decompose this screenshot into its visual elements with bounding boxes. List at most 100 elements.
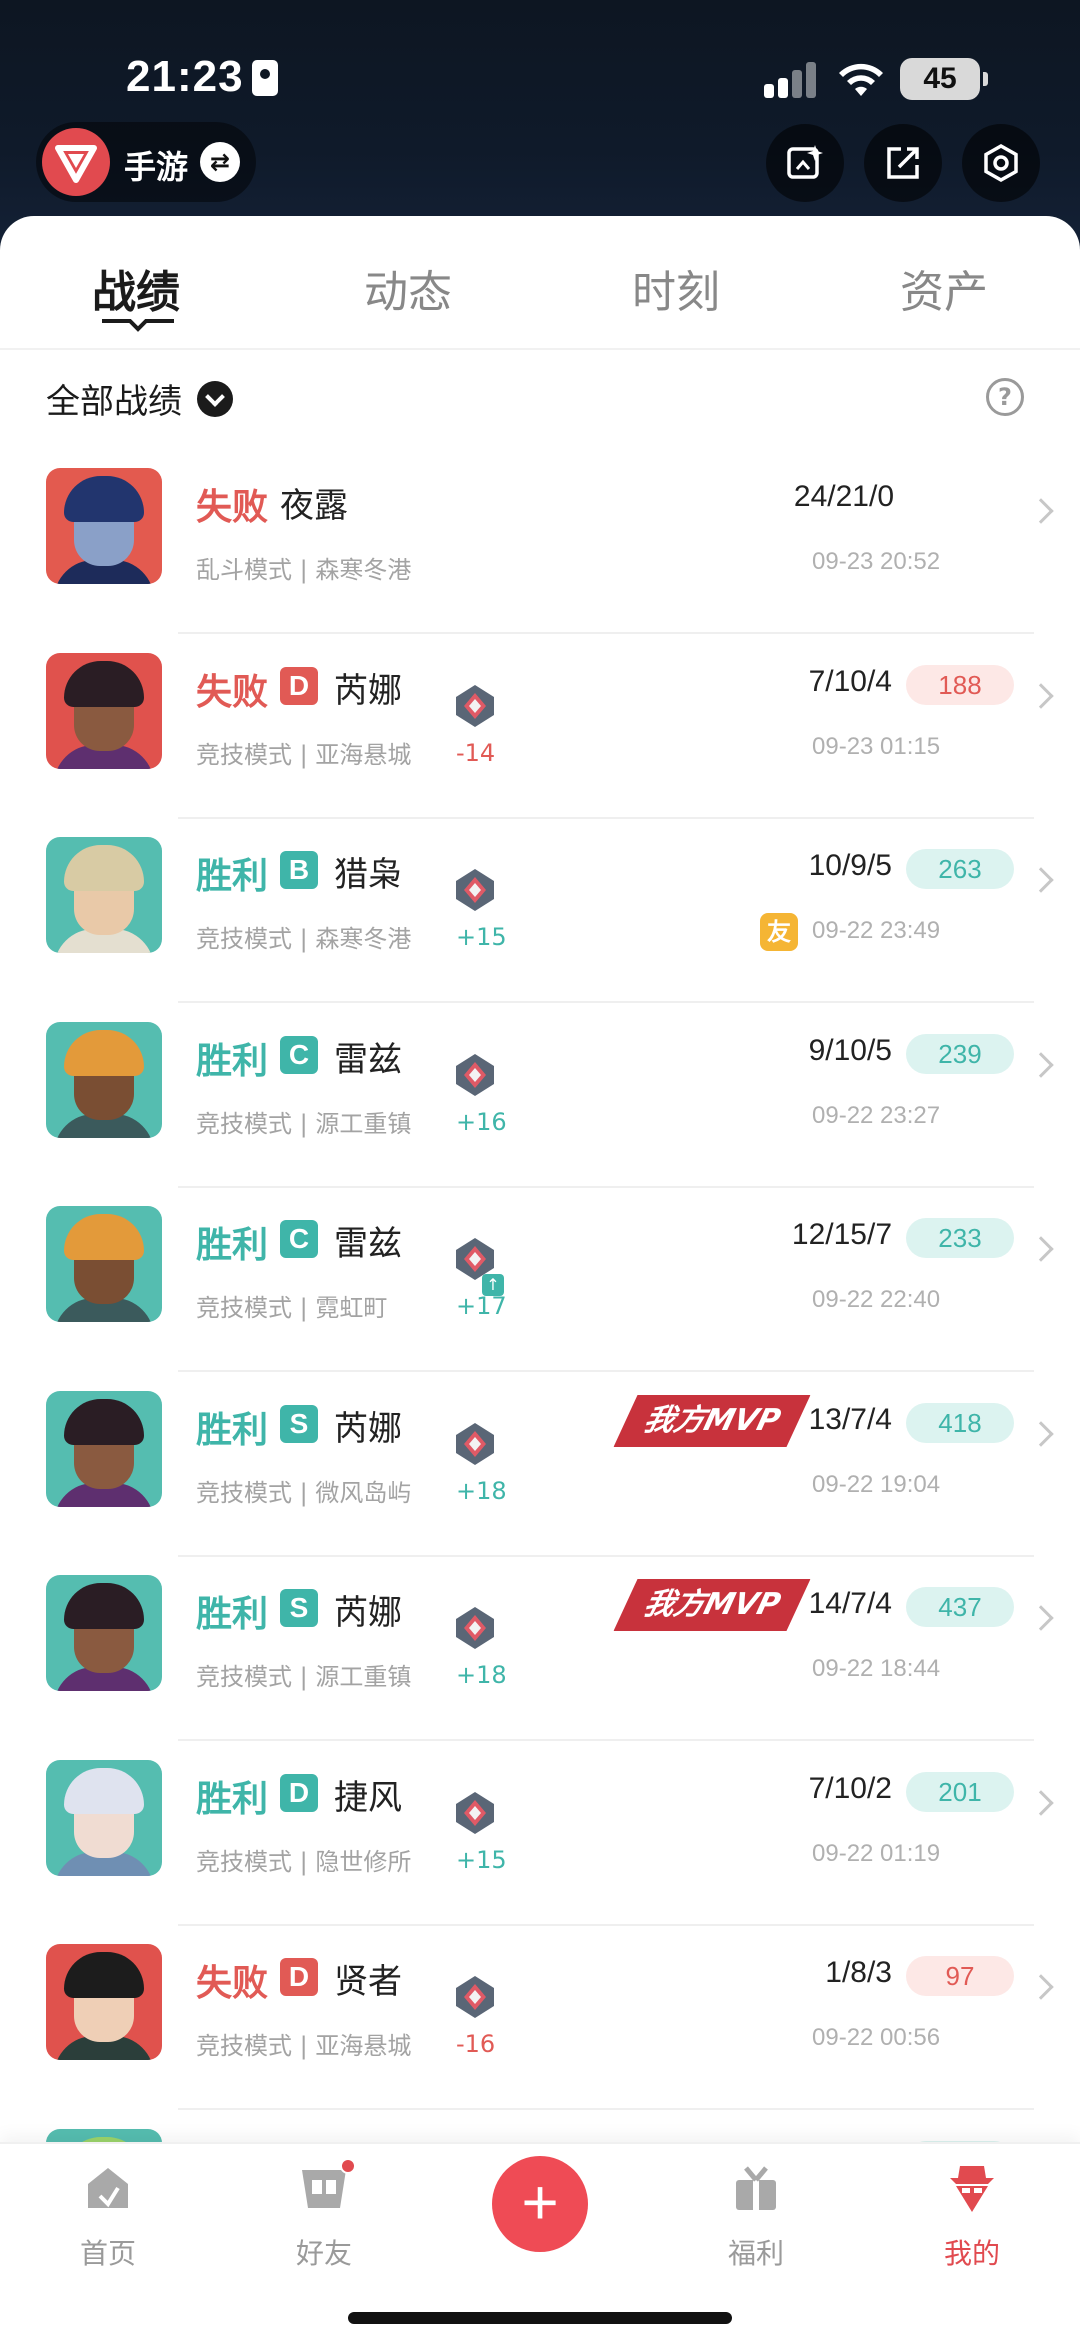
match-list: 失败 夜露 乱斗模式 | 森寒冬港 24/21/0 09-23 20:52 失败 D 芮娜竞…	[0, 450, 1080, 2295]
combat-score-badge: 233	[906, 1218, 1014, 1258]
rank-points-change: -14	[456, 738, 496, 767]
rank-icon	[456, 1976, 494, 2018]
match-result: 胜利	[196, 856, 269, 897]
match-time: 09-22 22:40	[812, 1286, 941, 1313]
kda: 9/10/5	[808, 1033, 892, 1067]
share-button[interactable]	[864, 124, 942, 202]
nav-home[interactable]: 首页	[48, 2158, 168, 2272]
match-result: 胜利	[196, 1409, 269, 1451]
top-header: 21:23 45 手游 ⇄	[0, 0, 1080, 250]
rank-points-change: +18	[456, 1661, 507, 1689]
nav-profile[interactable]: 我的	[912, 2158, 1032, 2272]
agent-name: 夜露	[280, 486, 348, 526]
app-switcher[interactable]: 手游 ⇄	[36, 122, 256, 202]
match-row[interactable]: 失败 D 贤者 竞技模式 | 亚海悬城 -16 1/8/3 97 09-22 00:56	[0, 1926, 1080, 2111]
nav-home-label: 首页	[79, 2237, 136, 2270]
mode-and-map: 乱斗模式 | 森寒冬港	[196, 556, 412, 584]
agent-name: 雷兹	[334, 1224, 402, 1264]
app-name: 手游	[124, 148, 189, 186]
agent-name: 芮娜	[334, 1408, 402, 1449]
app-logo	[42, 128, 110, 196]
rank-points-change: +16	[456, 1107, 507, 1136]
chevron-right-icon	[1028, 1605, 1054, 1631]
nav-rewards[interactable]: 福利	[696, 2158, 816, 2272]
tab-feed[interactable]: 动态	[308, 256, 508, 320]
agent-name: 贤者	[334, 1962, 402, 2002]
records-filter-dropdown[interactable]: 全部战绩	[46, 374, 234, 424]
agent-name: 雷兹	[334, 1039, 402, 1080]
match-row[interactable]: 失败 夜露 乱斗模式 | 森寒冬港 24/21/0 09-23 20:52	[0, 450, 1080, 635]
agent-avatar	[46, 837, 162, 953]
mode-and-map: 竞技模式 | 隐世修所	[196, 1847, 412, 1876]
tab-active-indicator	[102, 319, 174, 332]
kda: 13/7/4	[808, 1402, 892, 1436]
match-time: 09-22 23:27	[812, 1101, 941, 1129]
match-result: 胜利	[196, 1778, 269, 1820]
match-row[interactable]: 胜利 C 雷兹 竞技模式 | 霓虹町 +17 ↑ 12/15/7 233 09-22 22:4…	[0, 1188, 1080, 1373]
tab-records[interactable]: 战绩	[36, 256, 236, 320]
create-post-button[interactable]	[766, 124, 844, 202]
filter-label: 全部战绩	[46, 382, 182, 422]
tab-divider	[0, 348, 1080, 350]
swap-icon: ⇄	[200, 142, 240, 182]
match-row[interactable]: 胜利 C 雷兹 竞技模式 | 源工重镇 +16 9/10/5 239 09-22 23:27	[0, 1004, 1080, 1189]
mode-and-map: 竞技模式 | 源工重镇	[196, 1109, 412, 1138]
id-card-icon	[252, 60, 278, 96]
rank-points-change: +18	[456, 1476, 507, 1505]
match-row[interactable]: 胜利 S 芮娜 竞技模式 | 源工重镇 +18 我方MVP 14/7/4 437 09-22 …	[0, 1557, 1080, 1742]
settings-button[interactable]	[962, 124, 1040, 202]
mode-and-map: 竞技模式 | 微风岛屿	[196, 1478, 412, 1507]
match-result: 胜利	[196, 1225, 269, 1266]
performance-grade-badge: D	[280, 1773, 318, 1812]
match-time: 09-22 18:44	[812, 1655, 941, 1682]
profile-icon	[942, 2158, 1002, 2218]
home-indicator	[348, 2312, 732, 2324]
kda: 1/8/3	[825, 1956, 892, 1989]
agent-avatar	[46, 1206, 162, 1322]
match-time: 09-22 23:49	[812, 917, 941, 944]
plus-button[interactable]: +	[492, 2156, 588, 2252]
match-result: 失败	[196, 1963, 269, 2004]
match-time: 09-23 01:15	[812, 732, 941, 760]
rank-points-change: -16	[456, 2030, 496, 2058]
rank-icon	[456, 1053, 494, 1096]
tab-bar: 战绩 动态 时刻 资产	[0, 216, 1080, 350]
rank-icon	[456, 869, 494, 911]
match-time: 09-22 19:04	[812, 1470, 941, 1498]
combat-score-badge: 437	[906, 1587, 1014, 1627]
combat-score-badge: 239	[906, 1033, 1014, 1074]
rank-points-change: +17	[456, 1292, 507, 1320]
kda: 7/10/4	[808, 664, 892, 698]
wifi-icon	[839, 63, 883, 96]
performance-grade-badge: S	[280, 1589, 318, 1627]
combat-score-badge: 201	[906, 1771, 1014, 1812]
rank-icon	[456, 684, 494, 727]
status-time: 21:23	[126, 52, 244, 101]
agent-avatar	[46, 1021, 162, 1138]
nav-profile-label: 我的	[943, 2237, 1000, 2270]
match-row[interactable]: 胜利 B 猎枭 竞技模式 | 森寒冬港 +15 10/9/5 263 友 09-22 23:4…	[0, 819, 1080, 1004]
chevron-right-icon	[1028, 1974, 1054, 2000]
match-row[interactable]: 胜利 S 芮娜 竞技模式 | 微风岛屿 +18 我方MVP 13/7/4 418 09-22 …	[0, 1373, 1080, 1558]
performance-grade-badge: C	[280, 1220, 318, 1258]
match-time: 09-22 01:19	[812, 1839, 941, 1867]
agent-avatar	[46, 1944, 162, 2060]
rank-icon	[456, 1607, 494, 1649]
nav-friends[interactable]: 好友	[264, 2158, 384, 2272]
home-icon	[78, 2158, 138, 2218]
match-row[interactable]: 失败 D 芮娜 竞技模式 | 亚海悬城 -14 7/10/4 188 09-23 01:15	[0, 635, 1080, 820]
tab-moments[interactable]: 时刻	[576, 256, 776, 320]
team-mvp-badge: 我方MVP	[614, 1395, 811, 1447]
mode-and-map: 竞技模式 | 森寒冬港	[196, 925, 412, 953]
rank-icon	[456, 1791, 494, 1834]
tab-assets[interactable]: 资产	[844, 256, 1044, 320]
match-row[interactable]: 胜利 D 捷风 竞技模式 | 隐世修所 +15 7/10/2 201 09-22 01:19	[0, 1742, 1080, 1927]
kda: 24/21/0	[793, 480, 894, 513]
match-result: 失败	[196, 487, 269, 528]
help-icon[interactable]: ?	[986, 378, 1024, 416]
match-result: 胜利	[196, 1040, 269, 1082]
notification-dot	[340, 2158, 356, 2174]
friend-badge: 友	[760, 913, 798, 951]
mode-and-map: 竞技模式 | 亚海悬城	[196, 2032, 412, 2060]
chevron-right-icon	[1028, 682, 1054, 709]
